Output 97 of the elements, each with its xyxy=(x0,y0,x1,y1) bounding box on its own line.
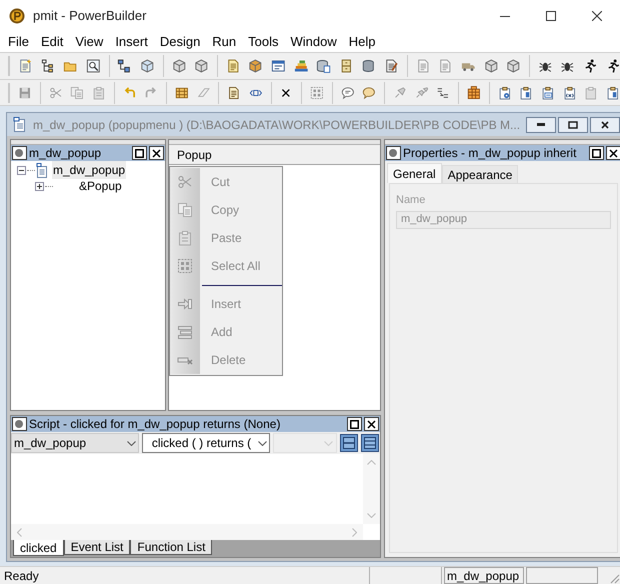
chevron-up-icon xyxy=(367,460,376,465)
cube-icon[interactable] xyxy=(484,58,498,74)
cube-icon[interactable] xyxy=(248,58,263,74)
hierarchy-icon[interactable] xyxy=(117,58,132,74)
object-dropdown[interactable]: m_dw_popup xyxy=(11,433,139,453)
window-title: pmit - PowerBuilder xyxy=(33,7,146,26)
menu-item[interactable]: Edit xyxy=(34,32,70,52)
single-view-button[interactable] xyxy=(361,434,379,452)
close-icon xyxy=(601,120,610,128)
pane-title: Script - clicked for m_dw_popup returns (None) xyxy=(29,416,280,433)
cube-icon[interactable] xyxy=(172,58,186,74)
restore-icon xyxy=(568,120,578,128)
restore-button[interactable] xyxy=(558,116,588,132)
close-icon xyxy=(592,11,602,21)
menu-item[interactable]: View xyxy=(69,32,110,52)
tab[interactable]: clicked xyxy=(13,540,64,556)
square-icon xyxy=(592,148,602,158)
vertical-scrollbar[interactable] xyxy=(363,454,380,524)
clipboard-gear-icon[interactable] xyxy=(498,84,512,100)
pane-title: Properties - m_dw_popup inherit xyxy=(403,145,576,162)
close-button[interactable] xyxy=(606,146,620,160)
chevron-left-icon xyxy=(17,528,22,536)
status-text: Ready xyxy=(4,568,39,584)
square-icon xyxy=(135,148,144,158)
tab[interactable]: Event List xyxy=(64,540,130,555)
clipboard-variable-icon[interactable] xyxy=(562,84,576,100)
cube-icon[interactable] xyxy=(506,58,521,74)
clipboard-form-icon[interactable] xyxy=(540,84,555,100)
close-button[interactable] xyxy=(364,417,379,431)
close-icon xyxy=(609,148,618,158)
chevron-down-icon xyxy=(127,440,136,446)
close-button[interactable] xyxy=(590,116,620,132)
chevron-down-icon xyxy=(367,513,376,518)
clipboard-icon[interactable] xyxy=(519,84,533,100)
clipboard-icon[interactable] xyxy=(606,84,620,100)
app-logo-icon xyxy=(9,8,25,24)
square-icon xyxy=(350,420,359,428)
status-text: m_dw_popup xyxy=(447,568,520,584)
edit-document-icon[interactable] xyxy=(384,58,399,74)
table-icon[interactable] xyxy=(466,84,481,100)
menu-item[interactable]: Help xyxy=(342,32,382,52)
tab[interactable]: General xyxy=(387,163,442,183)
database-icon[interactable] xyxy=(361,58,376,74)
running-person-icon[interactable] xyxy=(582,58,598,74)
tree-item[interactable]: &Popup xyxy=(78,177,123,195)
cube-icon[interactable] xyxy=(194,58,209,74)
tab[interactable]: Function List xyxy=(130,540,212,555)
cabinet-icon[interactable] xyxy=(338,58,354,74)
expand-icon[interactable] xyxy=(35,182,44,190)
minimize-icon xyxy=(537,123,546,126)
status-panel xyxy=(526,567,598,584)
library-icon[interactable] xyxy=(140,58,155,74)
menu-item[interactable]: Window xyxy=(284,32,343,52)
split-view-button[interactable] xyxy=(340,434,358,452)
maximize-button[interactable] xyxy=(589,146,604,160)
chevron-right-icon xyxy=(352,528,357,536)
clipboard-icon[interactable] xyxy=(177,230,193,246)
maximize-button[interactable] xyxy=(132,146,147,160)
menu-item[interactable]: File xyxy=(2,32,35,52)
magnifier-icon[interactable] xyxy=(86,58,100,74)
clipboard-icon[interactable] xyxy=(584,84,598,100)
sheet-title: m_dw_popup (popupmenu ) (D:\BAOGADATA\WORK\POWERBUILDER\PB CODE\PB M... xyxy=(33,116,520,134)
close-icon xyxy=(152,148,161,158)
event-dropdown[interactable]: clicked ( ) returns ( xyxy=(142,433,270,453)
chevron-down-icon xyxy=(258,440,267,446)
lines-icon xyxy=(364,437,376,449)
notepad-icon[interactable] xyxy=(226,58,240,74)
document-icon xyxy=(13,116,27,132)
resize-grip-icon[interactable] xyxy=(608,572,620,584)
tree-icon[interactable] xyxy=(40,58,56,74)
window-icon[interactable] xyxy=(270,58,286,74)
close-icon xyxy=(367,420,376,428)
maximize-icon xyxy=(546,11,556,21)
chevron-down-icon xyxy=(324,440,333,446)
database-icon[interactable] xyxy=(316,58,331,74)
running-person-icon[interactable] xyxy=(606,58,620,74)
horizontal-scrollbar[interactable] xyxy=(11,524,363,540)
books-icon[interactable] xyxy=(294,58,308,74)
menu-item[interactable]: Design xyxy=(154,32,206,52)
maximize-button[interactable] xyxy=(347,417,362,431)
menu-item[interactable]: Run xyxy=(206,32,242,52)
speech-bubble-icon[interactable] xyxy=(340,84,354,100)
new-document-icon[interactable] xyxy=(18,58,33,74)
speech-bubble-icon[interactable] xyxy=(362,84,376,100)
minimize-button[interactable] xyxy=(526,116,556,132)
menu-item[interactable]: Tools xyxy=(242,32,285,52)
collapse-icon[interactable] xyxy=(17,166,26,174)
script-icon[interactable] xyxy=(227,84,241,100)
tab[interactable]: Appearance xyxy=(442,165,518,183)
close-button[interactable] xyxy=(149,146,164,160)
pane-title: m_dw_popup xyxy=(29,145,102,162)
two-pane-icon xyxy=(343,437,355,449)
document-icon xyxy=(36,162,48,178)
menu-item[interactable]: Insert xyxy=(109,32,154,52)
clipboard-icon[interactable] xyxy=(92,84,106,100)
field-label: Name xyxy=(396,193,426,208)
tree-item[interactable]: m_dw_popup xyxy=(52,161,126,179)
